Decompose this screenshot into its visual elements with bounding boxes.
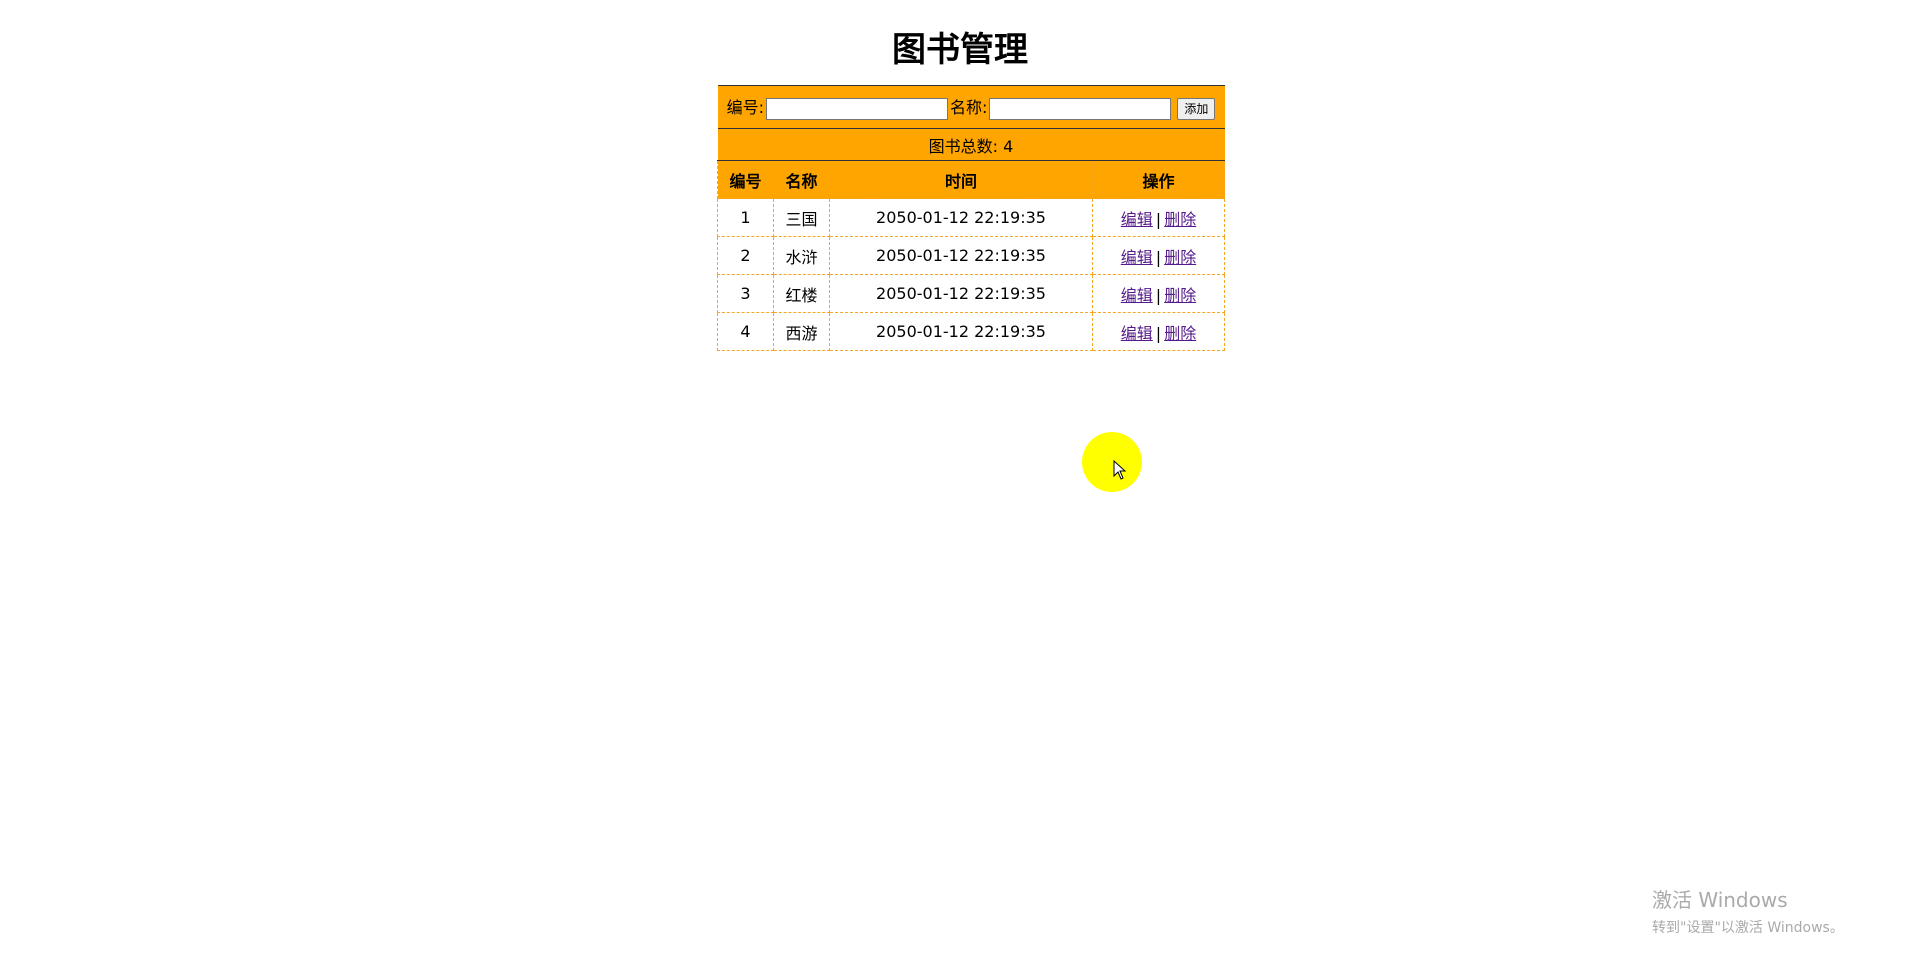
header-name: 名称 [773,160,830,199]
header-time: 时间 [829,160,1093,199]
separator: | [1155,285,1162,305]
cell-name: 西游 [773,312,830,351]
add-form: 编号: 名称: 添加 [717,85,1225,129]
edit-link[interactable]: 编辑 [1121,210,1153,229]
book-count: 图书总数: 4 [717,128,1225,161]
cell-name: 水浒 [773,236,830,275]
cell-time: 2050-01-12 22:19:35 [829,274,1093,313]
book-table: 编号: 名称: 添加 图书总数: 4 编号 名称 时间 操作 1 三国 2050-0… [717,85,1225,351]
page: 图书管理 编号: 名称: 添加 图书总数: 4 编号 名称 时间 操作 1 三国 2… [0,0,1920,968]
header-actions: 操作 [1092,160,1225,199]
summary-row: 图书总数: 4 [717,128,1225,161]
add-button[interactable]: 添加 [1177,97,1216,120]
separator: | [1155,323,1162,343]
cell-name: 红楼 [773,274,830,313]
cell-time: 2050-01-12 22:19:35 [829,236,1093,275]
edit-link[interactable]: 编辑 [1121,286,1153,305]
add-form-row: 编号: 名称: 添加 [717,85,1225,129]
table-row: 4 西游 2050-01-12 22:19:35 编辑 | 删除 [717,312,1225,351]
page-title: 图书管理 [892,30,1028,70]
cell-time: 2050-01-12 22:19:35 [829,198,1093,237]
cell-actions: 编辑 | 删除 [1092,236,1225,275]
cell-id: 3 [717,274,774,313]
cell-actions: 编辑 | 删除 [1092,198,1225,237]
cell-actions: 编辑 | 删除 [1092,312,1225,351]
cursor-highlight [1082,432,1142,492]
watermark-subtitle: 转到"设置"以激活 Windows。 [1652,920,1844,936]
name-input[interactable] [989,97,1172,120]
header-id: 编号 [717,160,774,199]
id-input[interactable] [765,97,948,120]
separator: | [1155,209,1162,229]
name-label: 名称: [949,98,988,118]
cell-actions: 编辑 | 删除 [1092,274,1225,313]
delete-link[interactable]: 删除 [1164,324,1196,343]
cell-id: 4 [717,312,774,351]
mouse-pointer-icon [1113,460,1127,480]
table-row: 1 三国 2050-01-12 22:19:35 编辑 | 删除 [717,198,1225,237]
cell-id: 1 [717,198,774,237]
separator: | [1155,247,1162,267]
cell-id: 2 [717,236,774,275]
windows-activation-watermark: 激活 Windows 转到"设置"以激活 Windows。 [1652,884,1844,937]
delete-link[interactable]: 删除 [1164,210,1196,229]
table-header-row: 编号 名称 时间 操作 [717,160,1225,199]
watermark-title: 激活 Windows [1652,888,1788,912]
delete-link[interactable]: 删除 [1164,286,1196,305]
table-row: 3 红楼 2050-01-12 22:19:35 编辑 | 删除 [717,274,1225,313]
table-row: 2 水浒 2050-01-12 22:19:35 编辑 | 删除 [717,236,1225,275]
cell-time: 2050-01-12 22:19:35 [829,312,1093,351]
delete-link[interactable]: 删除 [1164,248,1196,267]
edit-link[interactable]: 编辑 [1121,324,1153,343]
edit-link[interactable]: 编辑 [1121,248,1153,267]
cell-name: 三国 [773,198,830,237]
id-label: 编号: [726,98,764,118]
